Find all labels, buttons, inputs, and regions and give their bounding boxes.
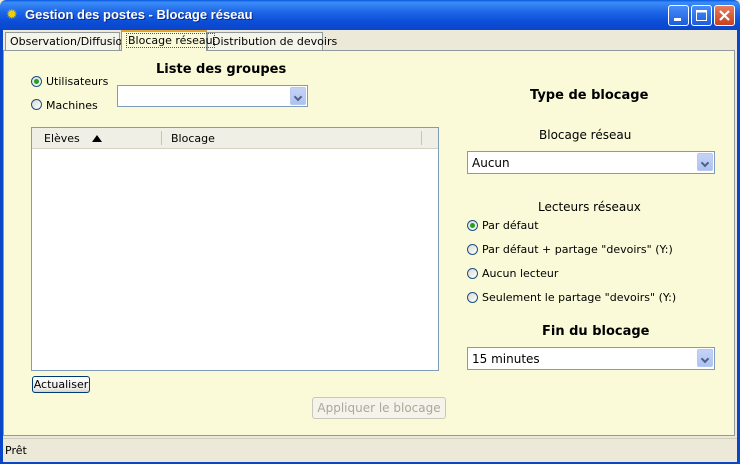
chevron-down-icon[interactable]: [290, 87, 306, 105]
network-block-value: Aucun: [472, 156, 510, 170]
chevron-down-icon[interactable]: [697, 349, 713, 367]
column-divider[interactable]: [421, 131, 422, 145]
block-end-value: 15 minutes: [472, 352, 540, 366]
app-window: ✹ Gestion des postes - Blocage réseau Ob…: [0, 0, 740, 464]
tab-label: Observation/Diffusion: [10, 35, 130, 48]
network-block-select[interactable]: Aucun: [467, 151, 715, 174]
tab-label: Blocage réseau: [126, 33, 215, 48]
close-button[interactable]: [714, 5, 735, 26]
sort-ascending-icon: [92, 135, 102, 142]
radio-drive-default-label[interactable]: Par défaut: [482, 219, 539, 232]
app-gear-icon: ✹: [6, 7, 18, 23]
drives-label: Lecteurs réseaux: [538, 200, 641, 214]
radio-machines[interactable]: [31, 99, 42, 110]
groups-title: Liste des groupes: [156, 62, 287, 77]
radio-utilisateurs[interactable]: [31, 76, 42, 87]
table-header: Elèves Blocage: [32, 128, 438, 149]
status-text: Prêt: [5, 444, 27, 457]
block-type-title: Type de blocage: [530, 88, 649, 103]
radio-drive-none[interactable]: [467, 268, 478, 279]
network-block-label: Blocage réseau: [539, 128, 632, 142]
block-end-title: Fin du blocage: [542, 324, 650, 339]
tab-blocage-reseau[interactable]: Blocage réseau: [121, 30, 215, 51]
column-divider[interactable]: [161, 131, 162, 145]
minimize-icon: [674, 18, 681, 21]
refresh-button[interactable]: Actualiser: [32, 376, 90, 393]
radio-drive-share-only[interactable]: [467, 292, 478, 303]
radio-drive-share-only-label[interactable]: Seulement le partage "devoirs" (Y:): [482, 291, 676, 304]
apply-block-button[interactable]: Appliquer le blocage: [312, 397, 446, 419]
students-table[interactable]: Elèves Blocage: [31, 127, 439, 371]
radio-drive-default-plus-share[interactable]: [467, 244, 478, 255]
tab-label: Distribution de devoirs: [212, 35, 338, 48]
status-bar: Prêt: [3, 438, 737, 462]
block-end-select[interactable]: 15 minutes: [467, 347, 715, 370]
column-header-eleves[interactable]: Elèves: [44, 128, 80, 148]
groups-select[interactable]: [117, 85, 308, 107]
close-icon: [719, 10, 730, 21]
maximize-icon: [696, 10, 707, 21]
radio-machines-label[interactable]: Machines: [46, 99, 98, 112]
window-title: Gestion des postes - Blocage réseau: [25, 7, 253, 22]
chevron-down-icon[interactable]: [697, 153, 713, 171]
radio-drive-none-label[interactable]: Aucun lecteur: [482, 267, 558, 280]
radio-utilisateurs-label[interactable]: Utilisateurs: [46, 75, 108, 88]
minimize-button[interactable]: [668, 5, 689, 26]
radio-drive-default[interactable]: [467, 220, 478, 231]
maximize-button[interactable]: [691, 5, 712, 26]
radio-drive-default-plus-share-label[interactable]: Par défaut + partage "devoirs" (Y:): [482, 243, 673, 256]
tab-distribution-devoirs[interactable]: Distribution de devoirs: [207, 32, 337, 50]
title-bar[interactable]: ✹ Gestion des postes - Blocage réseau: [0, 0, 740, 30]
tab-observation-diffusion[interactable]: Observation/Diffusion: [5, 32, 129, 50]
column-header-blocage[interactable]: Blocage: [171, 128, 215, 148]
